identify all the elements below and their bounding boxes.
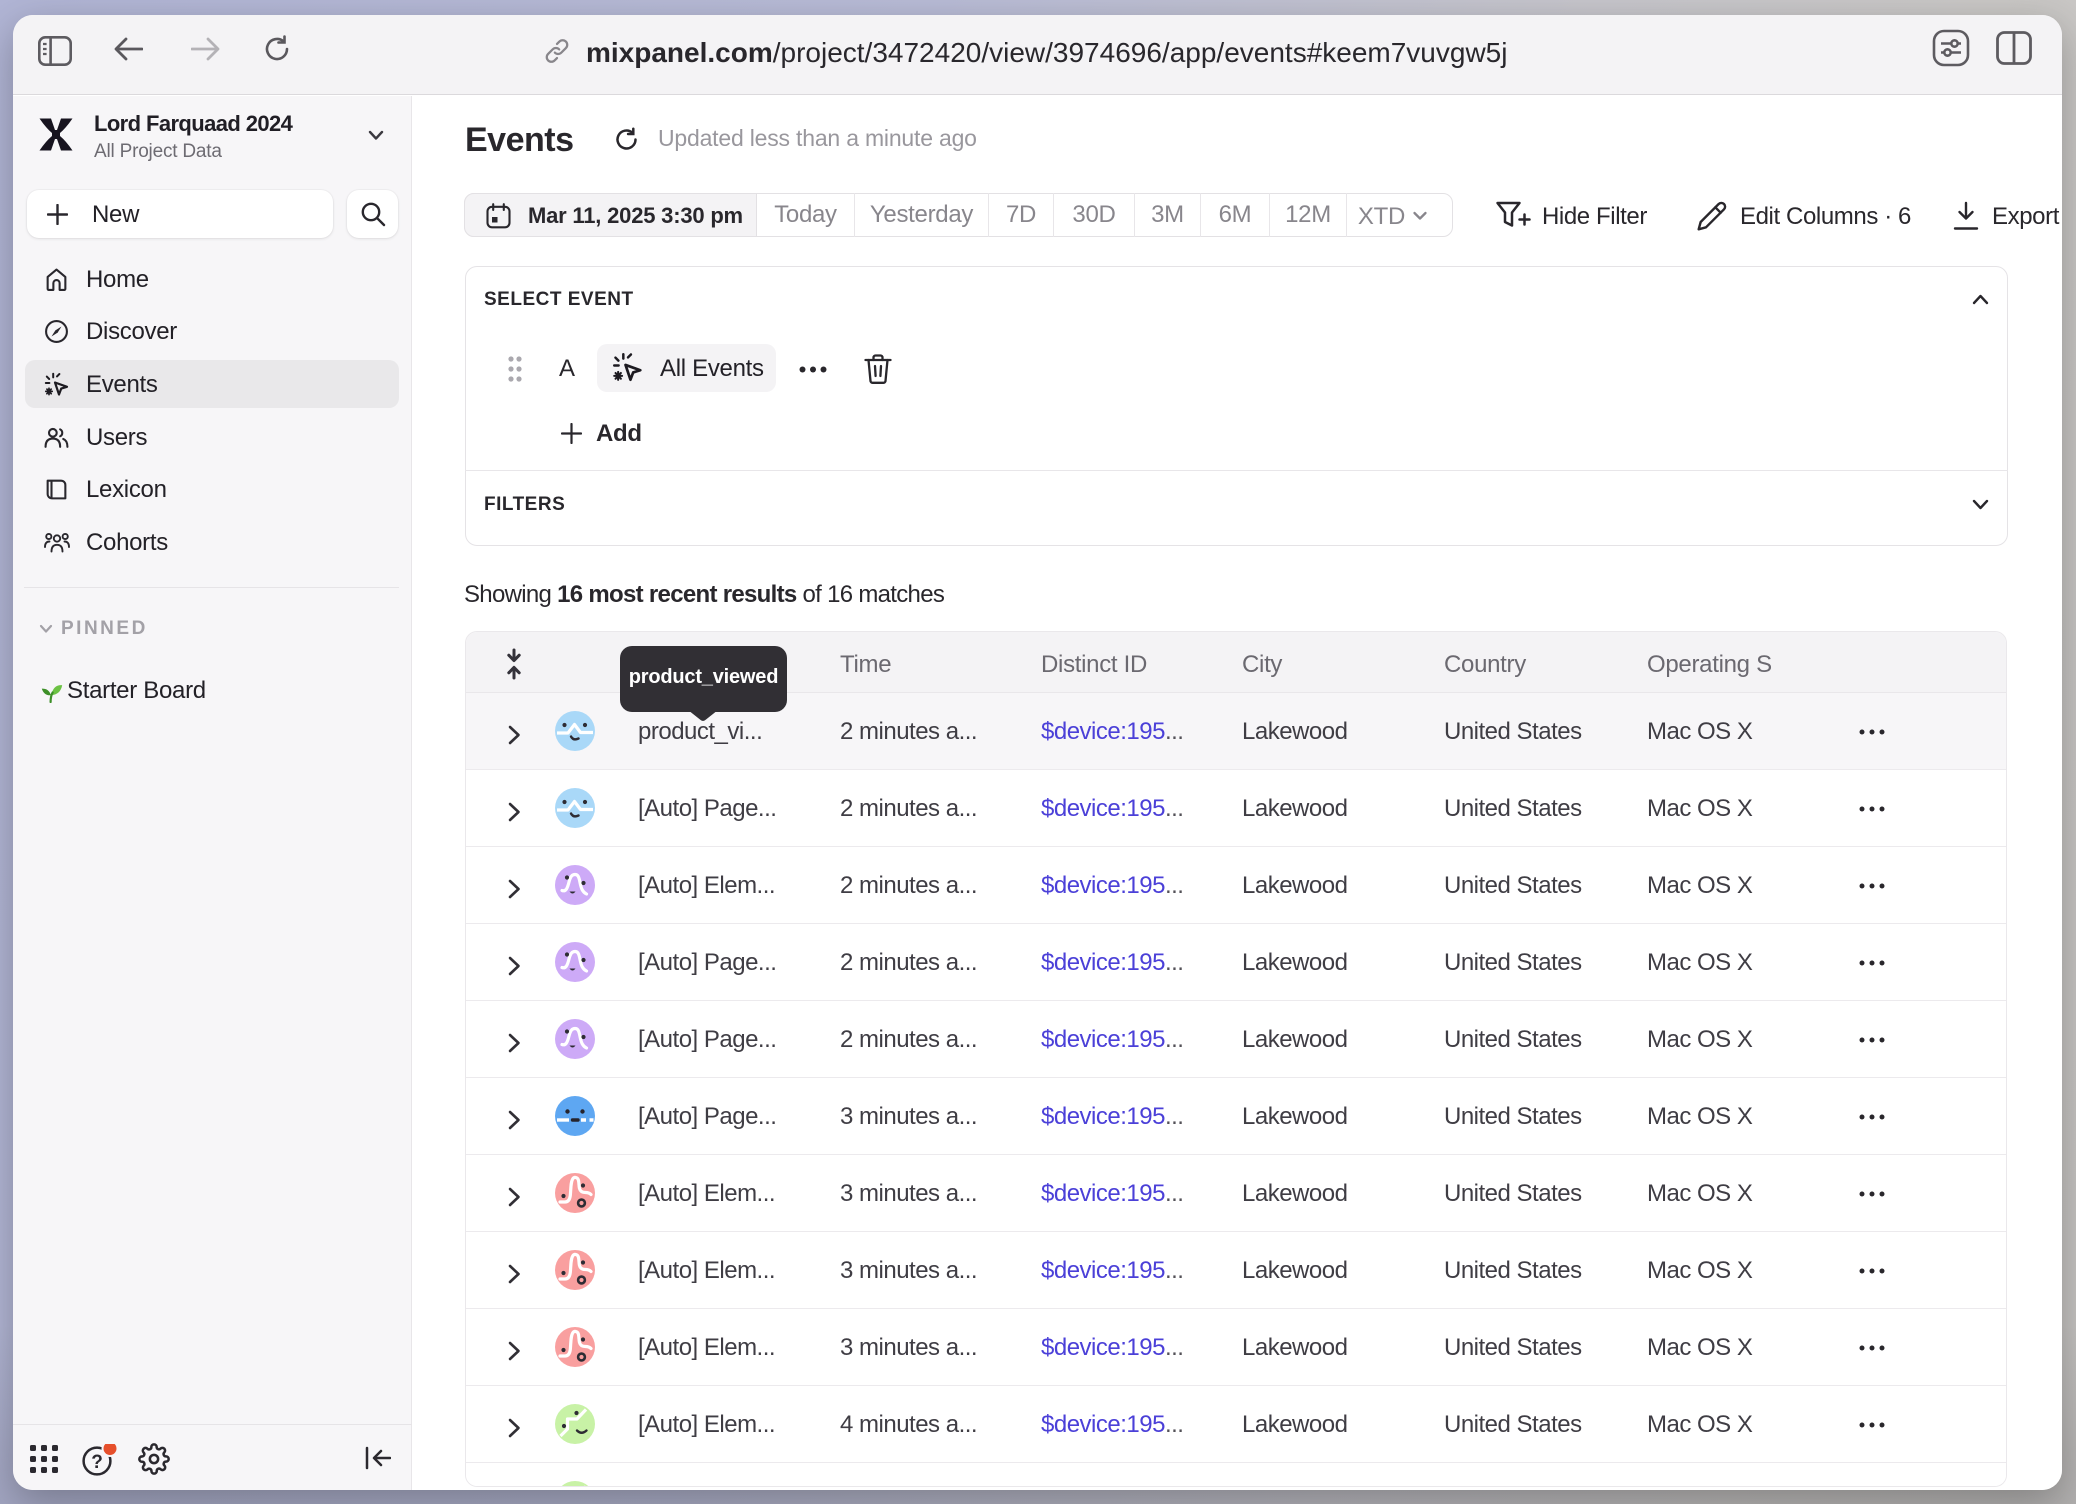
svg-text:?: ? bbox=[91, 1452, 103, 1473]
